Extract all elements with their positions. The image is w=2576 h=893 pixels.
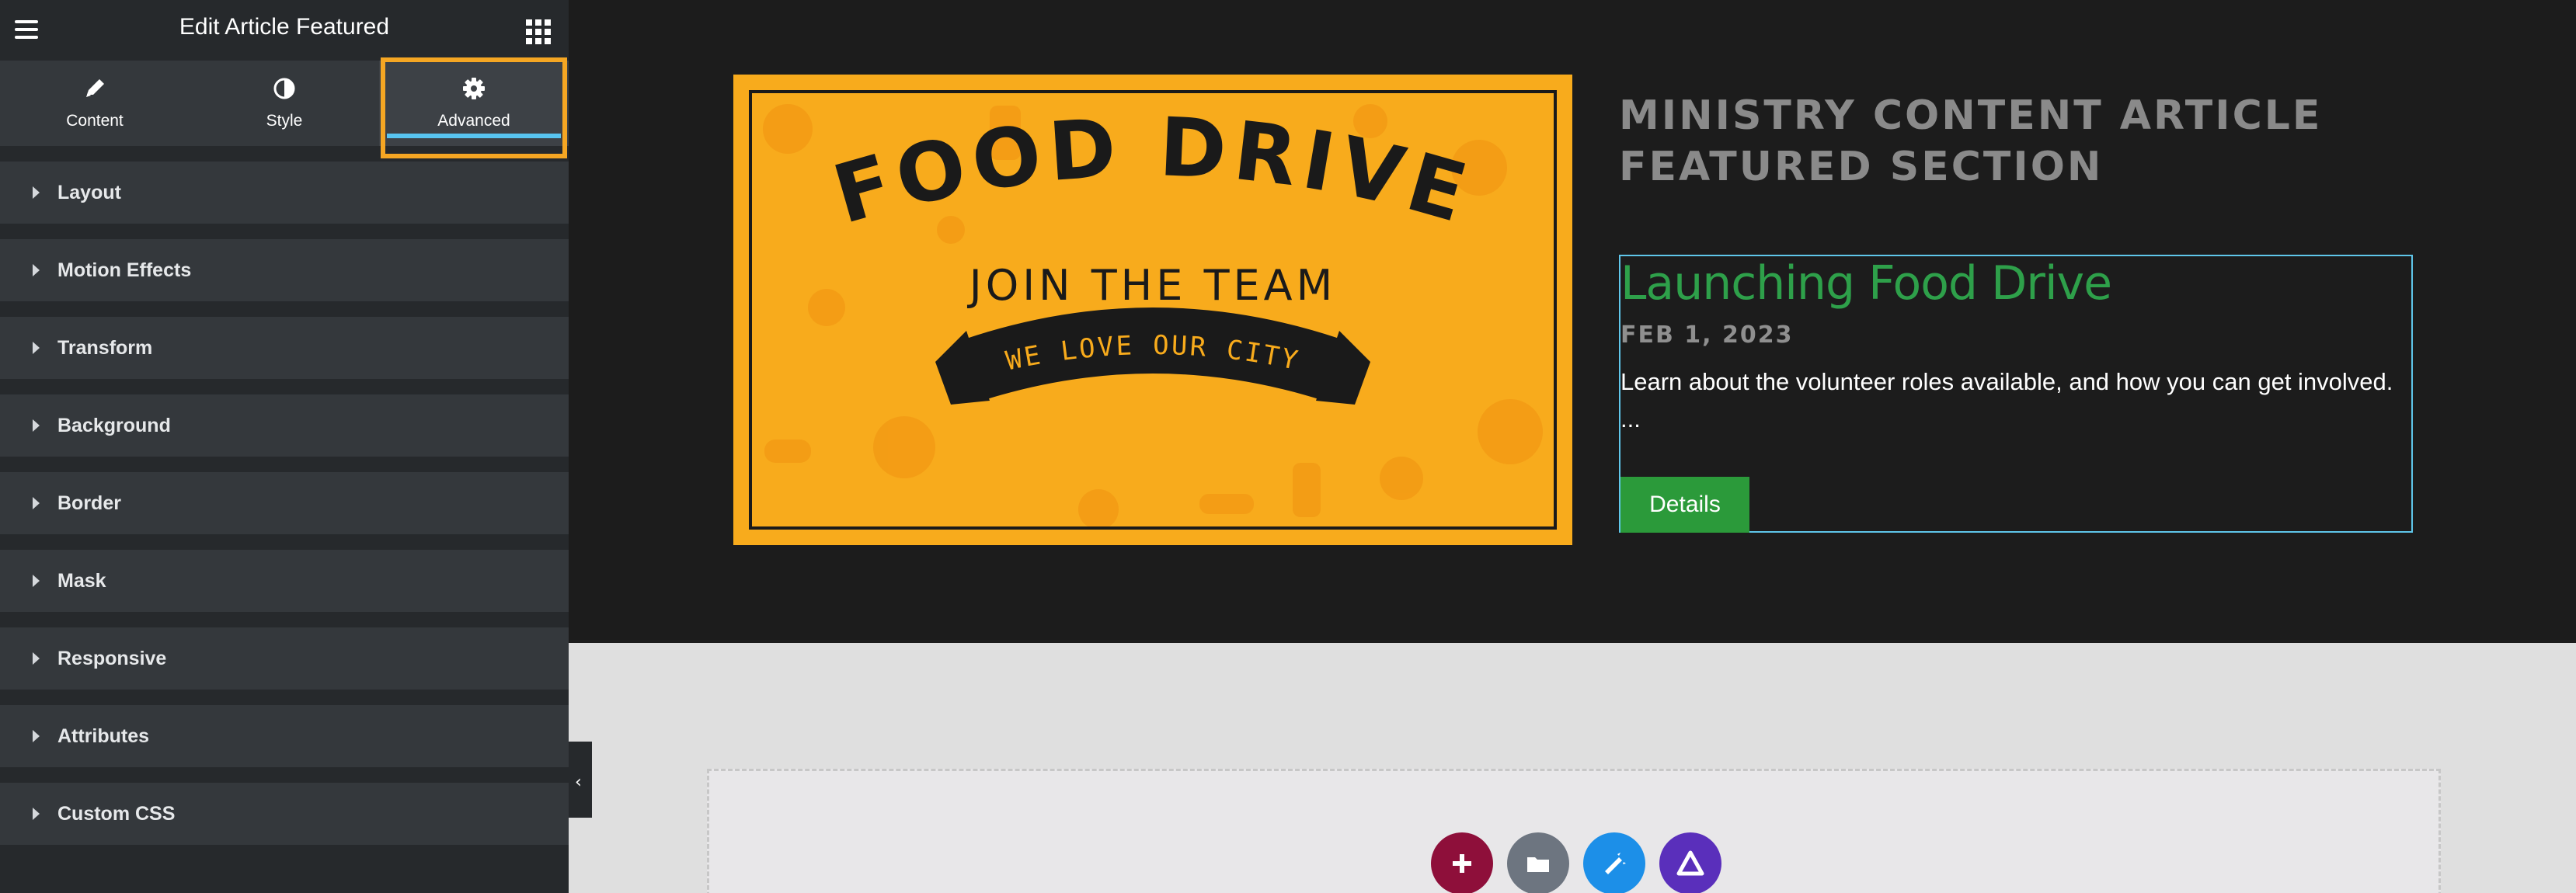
article-card[interactable]: Launching Food Drive FEB 1, 2023 Learn a… [1619, 255, 2413, 533]
section-transform[interactable]: Transform [0, 317, 569, 379]
caret-right-icon [33, 497, 40, 509]
kit-button[interactable] [1659, 832, 1721, 893]
caret-right-icon [33, 652, 40, 665]
section-motion-effects[interactable]: Motion Effects [0, 239, 569, 301]
folder-icon [1527, 857, 1549, 872]
details-button[interactable]: Details [1620, 477, 1749, 533]
image-text-line2: JOIN THE TEAM [967, 261, 1336, 310]
tab-style[interactable]: Style [190, 61, 379, 146]
section-mask[interactable]: Mask [0, 550, 569, 612]
section-label: Custom CSS [57, 803, 176, 825]
featured-image[interactable]: FOOD DRIVE JOIN THE TEAM WE LOVE OUR CIT… [733, 75, 1572, 545]
tab-advanced-label: Advanced [437, 112, 510, 130]
tab-content-label: Content [66, 112, 124, 130]
section-label: Border [57, 492, 121, 514]
caret-right-icon [33, 419, 40, 432]
ai-wand-icon [1605, 853, 1626, 874]
chevron-left-icon: ‹ [575, 773, 582, 792]
add-section-dropzone[interactable] [707, 769, 2441, 893]
food-drive-graphic: FOOD DRIVE JOIN THE TEAM WE LOVE OUR CIT… [733, 75, 1572, 545]
apps-grid-icon[interactable] [524, 17, 551, 44]
article-excerpt: Learn about the volunteer roles availabl… [1620, 368, 2393, 433]
section-layout[interactable]: Layout [0, 162, 569, 224]
active-tab-indicator [387, 134, 561, 138]
plus-icon [1453, 854, 1471, 873]
section-label: Layout [57, 182, 121, 203]
caret-right-icon [33, 264, 40, 276]
add-section-button[interactable] [1431, 832, 1493, 893]
sidebar-header: Edit Article Featured [0, 0, 569, 61]
section-label: Transform [57, 337, 153, 359]
section-border[interactable]: Border [0, 472, 569, 534]
section-label: Background [57, 415, 171, 436]
section-responsive[interactable]: Responsive [0, 627, 569, 690]
caret-right-icon [33, 342, 40, 354]
caret-right-icon [33, 808, 40, 820]
panel-title: Edit Article Featured [179, 14, 390, 40]
section-label: Mask [57, 570, 106, 592]
section-label: Attributes [57, 725, 150, 747]
section-background[interactable]: Background [0, 394, 569, 457]
caret-right-icon [33, 575, 40, 587]
section-custom-css[interactable]: Custom CSS [0, 783, 569, 845]
pencil-icon [86, 79, 104, 97]
triangle-icon [1676, 850, 1704, 876]
panel-tabs: Content Style Advanced [0, 61, 569, 146]
section-label: Motion Effects [57, 259, 192, 281]
caret-right-icon [33, 186, 40, 199]
section-label: Responsive [57, 648, 167, 669]
section-heading: MINISTRY CONTENT ARTICLE FEATURED SECTIO… [1619, 92, 2323, 190]
tab-content[interactable]: Content [0, 61, 190, 146]
template-library-button[interactable] [1507, 832, 1569, 893]
tab-style-label: Style [266, 112, 303, 130]
editor-sidebar: Edit Article Featured Content Style Adva… [0, 0, 569, 893]
gear-icon [463, 78, 485, 99]
article-title[interactable]: Launching Food Drive [1620, 256, 2112, 311]
contrast-icon [273, 78, 295, 99]
caret-right-icon [33, 730, 40, 742]
article-date: FEB 1, 2023 [1620, 321, 1794, 349]
collapse-sidebar-handle[interactable]: ‹ [569, 742, 592, 818]
section-attributes[interactable]: Attributes [0, 705, 569, 767]
ai-assistant-button[interactable] [1583, 832, 1645, 893]
tab-advanced[interactable]: Advanced [379, 61, 569, 146]
